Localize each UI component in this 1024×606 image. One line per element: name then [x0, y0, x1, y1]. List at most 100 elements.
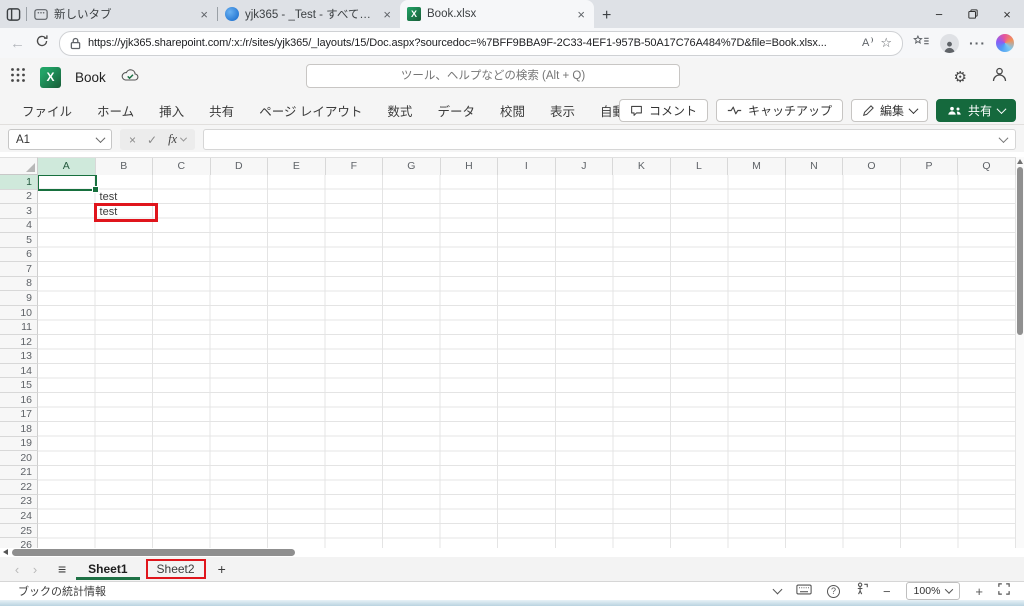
horizontal-scrollbar[interactable] — [0, 548, 1024, 557]
browser-settings-menu-icon[interactable]: ··· — [969, 35, 986, 51]
accessibility-icon[interactable] — [855, 582, 868, 600]
column-header-O[interactable]: O — [843, 158, 901, 175]
row-header-15[interactable]: 15 — [0, 378, 38, 393]
column-header-H[interactable]: H — [441, 158, 499, 175]
sheet-tab-Sheet1[interactable]: Sheet1 — [76, 559, 139, 580]
column-header-J[interactable]: J — [556, 158, 614, 175]
formula-input[interactable] — [203, 129, 1016, 150]
favorites-list-icon[interactable] — [913, 34, 930, 53]
enter-icon[interactable]: ✓ — [147, 133, 157, 147]
tab-close-icon[interactable]: × — [381, 8, 393, 21]
row-header-26[interactable]: 26 — [0, 538, 38, 548]
browser-tab-sharepoint[interactable]: yjk365 - _Test - すべてのドキュメント × — [218, 0, 400, 28]
excel-logo-icon[interactable]: X — [40, 67, 61, 88]
row-header-11[interactable]: 11 — [0, 320, 38, 335]
row-header-7[interactable]: 7 — [0, 262, 38, 277]
account-icon[interactable] — [991, 66, 1008, 88]
expand-formula-bar-icon[interactable] — [999, 133, 1009, 143]
copilot-icon[interactable] — [996, 34, 1014, 52]
sheet-tab-Sheet2[interactable]: Sheet2 — [148, 561, 204, 577]
row-header-9[interactable]: 9 — [0, 291, 38, 306]
zoom-out-button[interactable]: − — [883, 584, 891, 599]
all-sheets-menu-icon[interactable]: ≡ — [58, 561, 66, 577]
row-header-14[interactable]: 14 — [0, 364, 38, 379]
column-header-L[interactable]: L — [671, 158, 729, 175]
browser-tab-new-tab[interactable]: 新しいタブ × — [27, 0, 217, 28]
url-text[interactable]: https://yjk365.sharepoint.com/:x:/r/site… — [88, 37, 855, 49]
menu-tab-5[interactable]: 数式 — [387, 101, 412, 120]
read-aloud-icon[interactable]: A — [862, 37, 873, 49]
column-header-C[interactable]: C — [153, 158, 211, 175]
column-header-F[interactable]: F — [326, 158, 384, 175]
row-header-19[interactable]: 19 — [0, 437, 38, 452]
row-header-20[interactable]: 20 — [0, 451, 38, 466]
menu-tab-7[interactable]: 校閲 — [500, 101, 525, 120]
column-header-D[interactable]: D — [211, 158, 269, 175]
window-minimize-button[interactable]: − — [922, 0, 956, 28]
search-input[interactable] — [306, 64, 680, 88]
row-header-1[interactable]: 1 — [0, 175, 38, 190]
column-header-N[interactable]: N — [786, 158, 844, 175]
favorite-star-icon[interactable]: ☆ — [880, 35, 892, 51]
row-header-10[interactable]: 10 — [0, 306, 38, 321]
menu-tab-8[interactable]: 表示 — [550, 101, 575, 120]
menu-tab-3[interactable]: 共有 — [209, 101, 234, 120]
column-header-E[interactable]: E — [268, 158, 326, 175]
insert-function-button[interactable]: fx — [168, 132, 186, 147]
scroll-up-arrow-icon[interactable] — [1017, 159, 1023, 164]
catch-up-button[interactable]: キャッチアップ — [716, 99, 843, 122]
row-header-13[interactable]: 13 — [0, 349, 38, 364]
column-header-K[interactable]: K — [613, 158, 671, 175]
horizontal-scrollbar-thumb[interactable] — [12, 549, 295, 556]
row-header-5[interactable]: 5 — [0, 233, 38, 248]
row-header-4[interactable]: 4 — [0, 219, 38, 234]
name-box[interactable]: A1 — [8, 129, 112, 150]
browser-profile-avatar[interactable] — [940, 34, 959, 53]
row-header-17[interactable]: 17 — [0, 408, 38, 423]
refresh-icon[interactable] — [35, 34, 49, 53]
prev-sheet-icon[interactable]: ‹ — [8, 562, 26, 577]
app-launcher-waffle-icon[interactable] — [10, 67, 26, 88]
keyboard-icon[interactable] — [796, 582, 812, 600]
share-button[interactable]: 共有 — [936, 99, 1016, 122]
help-icon[interactable]: ? — [827, 585, 840, 598]
menu-tab-1[interactable]: ホーム — [97, 101, 134, 120]
zoom-in-button[interactable]: + — [975, 584, 983, 599]
row-header-24[interactable]: 24 — [0, 509, 38, 524]
row-header-18[interactable]: 18 — [0, 422, 38, 437]
row-header-8[interactable]: 8 — [0, 277, 38, 292]
menu-tab-6[interactable]: データ — [437, 101, 475, 120]
column-header-G[interactable]: G — [383, 158, 441, 175]
row-header-3[interactable]: 3 — [0, 204, 38, 219]
zoom-level-dropdown[interactable]: 100% — [906, 582, 961, 600]
cloud-saved-icon[interactable] — [120, 68, 140, 87]
chevron-down-icon[interactable] — [773, 585, 783, 595]
row-header-23[interactable]: 23 — [0, 495, 38, 510]
column-header-I[interactable]: I — [498, 158, 556, 175]
new-tab-button[interactable]: + — [602, 8, 611, 24]
row-header-6[interactable]: 6 — [0, 248, 38, 263]
vertical-scrollbar-thumb[interactable] — [1017, 167, 1023, 335]
window-restore-button[interactable] — [956, 0, 990, 28]
row-header-2[interactable]: 2 — [0, 190, 38, 205]
cell-B2[interactable]: test — [100, 190, 118, 204]
address-bar[interactable]: https://yjk365.sharepoint.com/:x:/r/site… — [59, 31, 903, 56]
menu-tab-0[interactable]: ファイル — [22, 101, 72, 120]
next-sheet-icon[interactable]: › — [26, 562, 44, 577]
back-icon[interactable]: ← — [10, 35, 25, 52]
column-header-A[interactable]: A — [38, 158, 96, 175]
comments-button[interactable]: コメント — [619, 99, 708, 122]
select-all-corner[interactable] — [0, 157, 38, 175]
document-title[interactable]: Book — [75, 70, 106, 85]
row-header-12[interactable]: 12 — [0, 335, 38, 350]
column-header-P[interactable]: P — [901, 158, 959, 175]
tab-close-icon[interactable]: × — [198, 8, 210, 21]
fill-handle[interactable] — [92, 186, 99, 193]
tab-workspaces-icon[interactable] — [0, 0, 26, 28]
row-header-16[interactable]: 16 — [0, 393, 38, 408]
window-close-button[interactable]: × — [990, 0, 1024, 28]
column-header-M[interactable]: M — [728, 158, 786, 175]
row-header-22[interactable]: 22 — [0, 480, 38, 495]
editing-mode-button[interactable]: 編集 — [851, 99, 928, 122]
column-header-B[interactable]: B — [96, 158, 154, 175]
